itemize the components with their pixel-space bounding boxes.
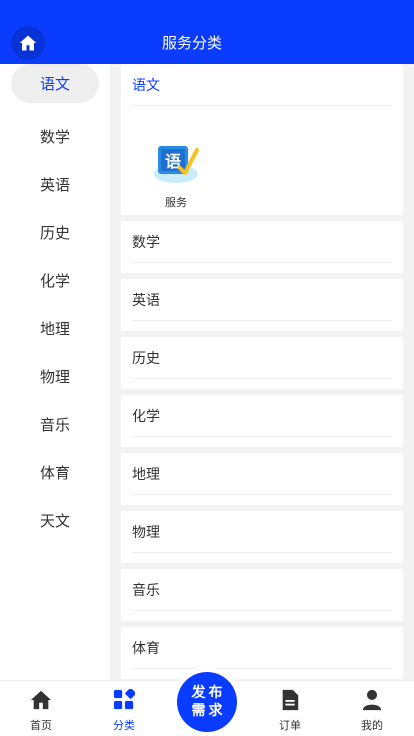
sidebar-item-history[interactable]: 历史 (11, 208, 99, 256)
tab-label: 首页 (30, 719, 52, 732)
user-icon (362, 689, 382, 711)
sidebar-item-chinese[interactable]: 语文 (11, 64, 99, 103)
category-card-chinese: 语文 语 服务 (121, 64, 403, 215)
category-content: 语文 语 服务 数学 英语 历史 化学 地理 物理 音乐 体育 (121, 64, 403, 680)
category-card-title: 地理 (132, 453, 392, 495)
sidebar-item-english[interactable]: 英语 (11, 160, 99, 208)
publish-request-button[interactable]: 发布 需求 (177, 672, 237, 732)
category-card-math[interactable]: 数学 (121, 221, 403, 273)
home-icon (30, 690, 52, 710)
tab-mine[interactable]: 我的 (337, 687, 407, 733)
service-label: 服务 (165, 196, 187, 209)
category-grid-icon (113, 689, 135, 710)
category-card-title: 物理 (132, 511, 392, 553)
category-card-title: 数学 (132, 221, 392, 263)
tab-label: 订单 (279, 719, 301, 732)
chinese-book-icon: 语 (152, 138, 200, 186)
page-title: 服务分类 (161, 34, 222, 52)
sidebar-item-astronomy[interactable]: 天文 (11, 496, 99, 544)
publish-label-line1: 发布 (191, 685, 226, 701)
sidebar-item-math[interactable]: 数学 (11, 112, 99, 160)
tab-category[interactable]: 分类 (89, 687, 159, 733)
sidebar-item-chemistry[interactable]: 化学 (11, 256, 99, 304)
sidebar-item-physics[interactable]: 物理 (11, 352, 99, 400)
category-card-geography[interactable]: 地理 (121, 453, 403, 505)
tab-orders[interactable]: 订单 (255, 687, 325, 733)
sidebar-item-geography[interactable]: 地理 (11, 304, 99, 352)
category-card-title: 英语 (132, 279, 392, 321)
category-card-english[interactable]: 英语 (121, 279, 403, 331)
tab-label: 分类 (113, 719, 135, 732)
category-card-history[interactable]: 历史 (121, 337, 403, 389)
category-card-physics[interactable]: 物理 (121, 511, 403, 563)
document-icon (282, 689, 299, 711)
category-card-music[interactable]: 音乐 (121, 569, 403, 621)
category-card-title: 化学 (132, 395, 392, 437)
category-card-pe[interactable]: 体育 (121, 627, 403, 679)
category-card-title: 音乐 (132, 569, 392, 611)
category-card-title: 语文 (132, 64, 392, 106)
service-grid: 语 服务 (132, 106, 392, 215)
category-card-title: 体育 (132, 627, 392, 669)
sidebar-item-pe[interactable]: 体育 (11, 448, 99, 496)
top-bar: 服务分类 (0, 0, 414, 64)
category-sidebar: 语文 数学 英语 历史 化学 地理 物理 音乐 体育 天文 (0, 64, 110, 680)
service-item[interactable]: 语 服务 (146, 138, 206, 210)
category-card-title: 历史 (132, 337, 392, 379)
tab-home[interactable]: 首页 (6, 687, 76, 733)
category-card-chemistry[interactable]: 化学 (121, 395, 403, 447)
publish-button-ring: 发布 需求 (172, 667, 242, 736)
sidebar-item-music[interactable]: 音乐 (11, 400, 99, 448)
publish-label-line2: 需求 (191, 703, 226, 719)
tab-label: 我的 (361, 719, 383, 732)
